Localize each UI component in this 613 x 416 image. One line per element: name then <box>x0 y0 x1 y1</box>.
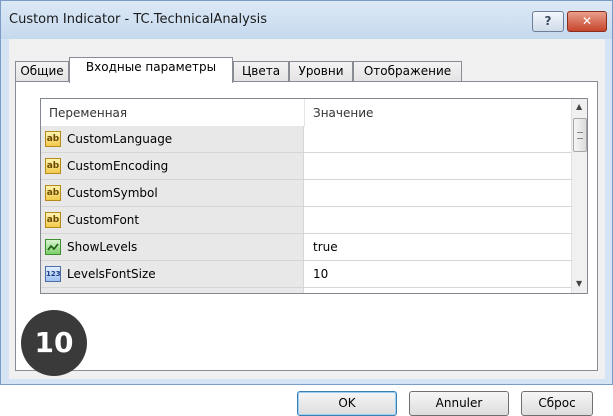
cancel-label: Annuler <box>435 396 483 410</box>
parameter-value-cell[interactable]: true <box>305 234 571 260</box>
tab-label: Общие <box>20 64 64 78</box>
parameter-name: ShowLevels <box>67 240 138 254</box>
bool-icon <box>45 239 61 255</box>
parameter-name-cell[interactable]: 123 LevelsFontSize <box>41 261 304 287</box>
parameter-name-cell[interactable]: ab CustomFont <box>41 207 304 233</box>
tab-input-parameters[interactable]: Входные параметры <box>69 57 233 83</box>
tab-colors[interactable]: Цвета <box>233 61 289 82</box>
dialog-body: Общие Входные параметры Цвета Уровни Ото… <box>9 39 605 416</box>
column-header-variable[interactable]: Переменная <box>49 106 127 120</box>
parameter-row[interactable]: ab CustomFont <box>41 207 571 234</box>
parameter-value: 10 <box>313 267 329 281</box>
column-divider[interactable] <box>304 99 305 126</box>
parameter-value-cell[interactable] <box>305 153 571 179</box>
custom-indicator-dialog: Custom Indicator - TC.TechnicalAnalysis … <box>0 0 613 416</box>
step-number-badge: 10 <box>21 310 87 376</box>
parameter-row[interactable]: 123 LevelsFontSize 10 <box>41 261 571 288</box>
ok-button[interactable]: OK <box>297 391 397 416</box>
tab-label: Входные параметры <box>85 60 217 74</box>
parameter-name: CustomLanguage <box>67 132 173 146</box>
close-button[interactable]: ✕ <box>567 11 607 32</box>
scroll-down-icon[interactable]: ▼ <box>576 279 582 288</box>
help-button[interactable]: ? <box>532 11 564 32</box>
parameter-name-cell[interactable]: ab CustomSymbol <box>41 180 304 206</box>
vertical-scrollbar[interactable]: ▲ ▼ <box>571 99 587 293</box>
parameter-name-cell[interactable]: ab CustomEncoding <box>41 153 304 179</box>
parameter-row[interactable]: ab CustomLanguage <box>41 126 571 153</box>
integer-icon <box>45 293 61 294</box>
parameter-value-cell[interactable] <box>305 207 571 233</box>
input-parameters-panel: Переменная Значение ab CustomLanguage ab… <box>15 81 598 416</box>
parameter-value-cell[interactable] <box>305 180 571 206</box>
parameter-value-cell[interactable]: 10 <box>305 261 571 287</box>
parameter-row-partial[interactable] <box>41 288 571 294</box>
reset-label: Сброс <box>538 396 576 410</box>
parameter-name-cell[interactable] <box>41 288 304 294</box>
parameter-name: LevelsFontSize <box>67 267 156 281</box>
parameter-name: CustomEncoding <box>67 159 169 173</box>
parameter-value-cell[interactable] <box>305 288 571 293</box>
grid-header: Переменная Значение <box>41 99 571 127</box>
integer-icon: 123 <box>45 266 61 282</box>
parameter-row[interactable]: ShowLevels true <box>41 234 571 261</box>
parameter-row[interactable]: ab CustomEncoding <box>41 153 571 180</box>
parameter-name: CustomFont <box>67 213 140 227</box>
parameter-row[interactable]: ab CustomSymbol <box>41 180 571 207</box>
parameter-name-cell[interactable]: ShowLevels <box>41 234 304 260</box>
parameter-name-cell[interactable]: ab CustomLanguage <box>41 126 304 152</box>
column-header-value[interactable]: Значение <box>313 106 373 120</box>
close-icon: ✕ <box>581 14 593 28</box>
tab-general[interactable]: Общие <box>15 61 69 82</box>
parameter-value: true <box>313 240 338 254</box>
tab-label: Цвета <box>241 64 281 78</box>
string-icon: ab <box>45 158 61 174</box>
ok-label: OK <box>338 396 356 410</box>
string-icon: ab <box>45 185 61 201</box>
cancel-button[interactable]: Annuler <box>409 391 509 416</box>
reset-button[interactable]: Сброс <box>521 391 593 416</box>
title-bar[interactable]: Custom Indicator - TC.TechnicalAnalysis … <box>1 1 612 39</box>
tab-label: Уровни <box>298 64 344 78</box>
parameter-name: CustomSymbol <box>67 186 158 200</box>
string-icon: ab <box>45 131 61 147</box>
scrollbar-thumb[interactable] <box>573 118 587 152</box>
help-icon: ? <box>544 14 552 28</box>
tab-display[interactable]: Отображение <box>353 61 462 82</box>
parameters-grid: Переменная Значение ab CustomLanguage ab… <box>40 98 588 294</box>
tab-label: Отображение <box>363 64 452 78</box>
scroll-up-icon[interactable]: ▲ <box>576 102 582 111</box>
string-icon: ab <box>45 212 61 228</box>
parameter-value-cell[interactable] <box>305 126 571 152</box>
window-title: Custom Indicator - TC.TechnicalAnalysis <box>9 12 267 27</box>
tab-levels[interactable]: Уровни <box>289 61 353 82</box>
